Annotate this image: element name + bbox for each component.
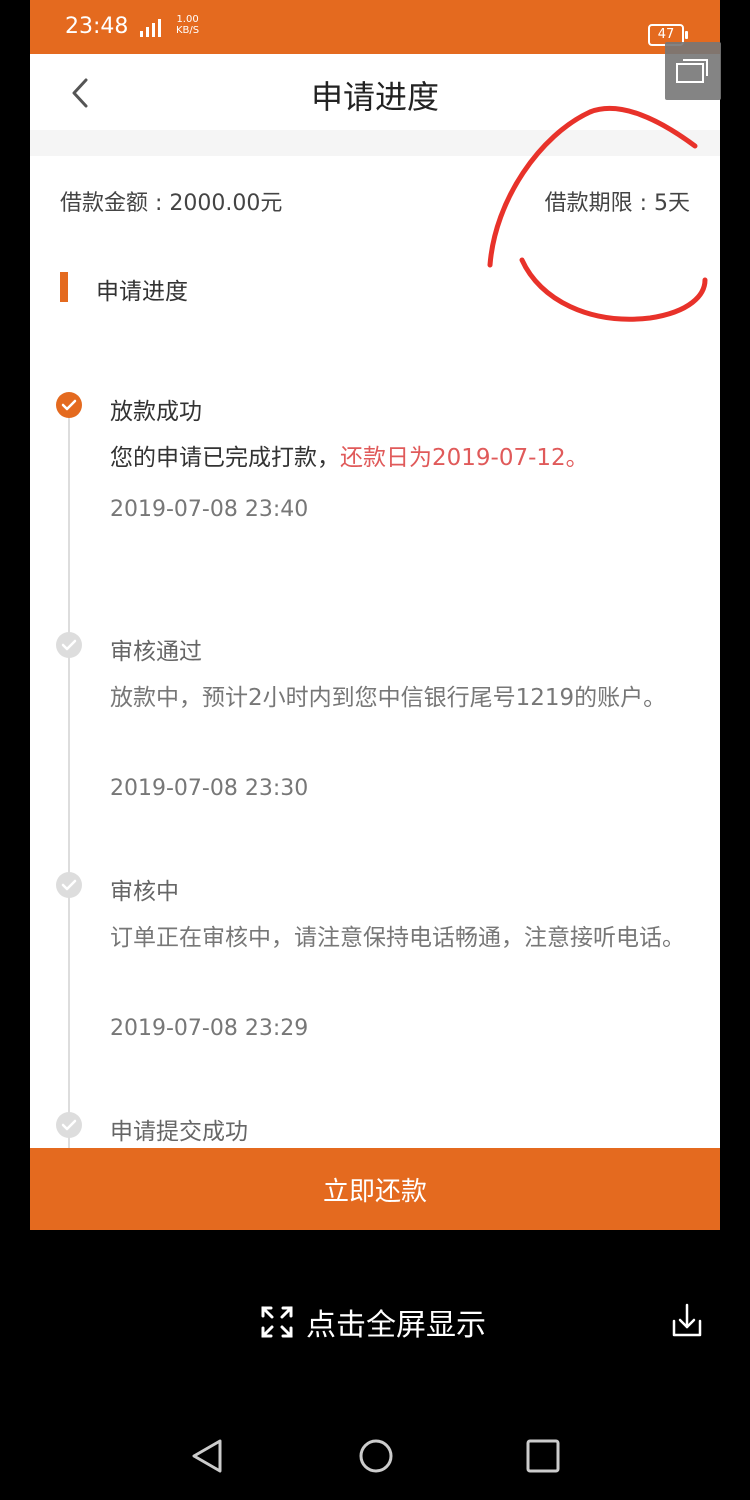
download-icon[interactable]	[672, 1303, 702, 1337]
step-title: 审核通过	[110, 639, 202, 665]
step-time: 2019-07-08 23:30	[110, 776, 309, 801]
loan-amount: 借款金额 : 2000.00元	[60, 191, 283, 216]
step-title: 审核中	[110, 879, 179, 905]
check-icon	[56, 872, 82, 898]
speed-value: 1.00	[176, 14, 199, 25]
nav-bar: 申请进度	[30, 54, 720, 130]
timeline-line	[68, 410, 70, 1150]
repay-date-text: 还款日为2019-07-12。	[340, 445, 589, 471]
step-time: 2019-07-08 23:40	[110, 497, 309, 522]
repay-now-button[interactable]: 立即还款	[30, 1148, 720, 1230]
nav-recents-icon[interactable]	[523, 1436, 563, 1476]
check-icon	[56, 632, 82, 658]
app-screen: 23:48 1.00 KB/S 47 申请进度 借款金额 : 2000.00元 …	[30, 0, 720, 1230]
step-title: 申请提交成功	[110, 1119, 248, 1145]
section-title: 申请进度	[96, 279, 188, 305]
fullscreen-toggle[interactable]: 点击全屏显示	[260, 1300, 486, 1344]
floating-window-button[interactable]	[665, 42, 721, 100]
status-bar: 23:48 1.00 KB/S 47	[30, 0, 720, 54]
section-divider	[30, 130, 720, 156]
check-icon	[56, 1112, 82, 1138]
network-speed: 1.00 KB/S	[176, 14, 199, 36]
expand-icon	[261, 1306, 293, 1338]
status-time: 23:48	[65, 14, 129, 39]
section-marker	[60, 272, 68, 302]
step-time: 2019-07-08 23:29	[110, 1016, 309, 1041]
check-icon	[56, 392, 82, 418]
signal-icon	[138, 19, 170, 41]
nav-home-icon[interactable]	[356, 1436, 396, 1476]
fullscreen-label: 点击全屏显示	[306, 1308, 486, 1343]
loan-term: 借款期限 : 5天	[544, 191, 690, 216]
speed-unit: KB/S	[176, 25, 200, 36]
step-desc-text: 您的申请已完成打款，	[110, 445, 340, 471]
step-description: 订单正在审核中，请注意保持电话畅通，注意接听电话。	[110, 925, 685, 951]
page-title: 申请进度	[310, 78, 439, 116]
step-title: 放款成功	[110, 399, 202, 425]
step-description: 您的申请已完成打款，还款日为2019-07-12。	[110, 438, 690, 478]
nav-back-icon[interactable]	[188, 1436, 228, 1476]
window-icon	[676, 59, 708, 83]
system-nav-bar	[0, 1420, 750, 1490]
step-description: 放款中，预计2小时内到您中信银行尾号1219的账户。	[110, 685, 667, 711]
